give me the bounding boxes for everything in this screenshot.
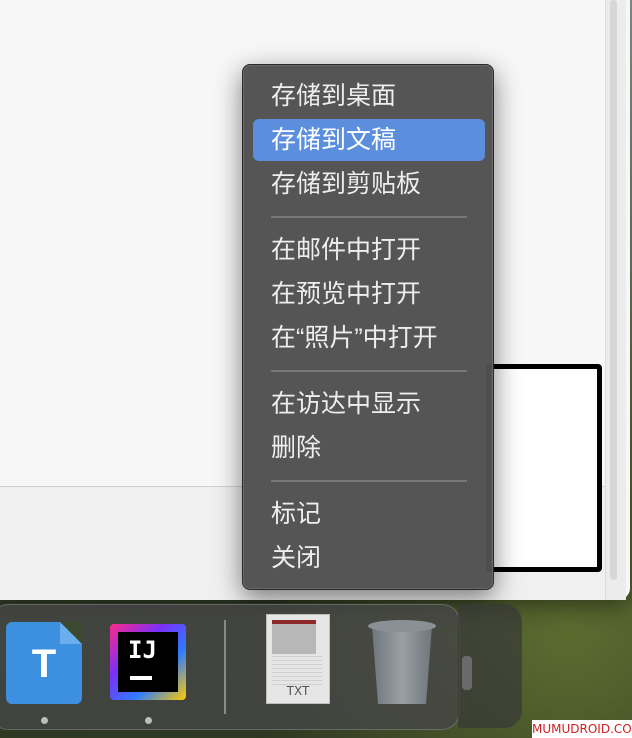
menu-item-save-to-clipboard[interactable]: 存储到剪贴板 bbox=[253, 163, 485, 205]
dock-divider bbox=[224, 620, 226, 714]
menu-item-open-in-preview[interactable]: 在预览中打开 bbox=[253, 273, 485, 315]
icon-underscore bbox=[130, 676, 152, 680]
dock-resize-handle[interactable] bbox=[462, 656, 472, 690]
trash-can-rim bbox=[368, 620, 436, 632]
menu-item-close[interactable]: 关闭 bbox=[253, 537, 485, 579]
menu-separator bbox=[271, 216, 467, 218]
app-letter: T bbox=[31, 642, 57, 686]
icon-inner: IJ bbox=[118, 632, 178, 692]
running-indicator bbox=[145, 717, 152, 724]
menu-item-save-to-documents[interactable]: 存储到文稿 bbox=[253, 119, 485, 161]
menu-item-open-in-photos[interactable]: 在“照片”中打开 bbox=[253, 317, 485, 359]
menu-separator bbox=[271, 480, 467, 482]
intellij-idea-app-icon[interactable]: IJ bbox=[110, 624, 186, 700]
trash-icon[interactable] bbox=[368, 620, 436, 706]
menu-item-markup[interactable]: 标记 bbox=[253, 493, 485, 535]
menu-item-save-to-desktop[interactable]: 存储到桌面 bbox=[253, 75, 485, 117]
menu-item-open-in-mail[interactable]: 在邮件中打开 bbox=[253, 229, 485, 271]
txt-file-icon[interactable]: TXT bbox=[266, 614, 330, 704]
page-fold bbox=[60, 622, 82, 644]
file-text-lines bbox=[272, 656, 322, 686]
menu-separator bbox=[271, 370, 467, 372]
trash-can-body bbox=[372, 626, 432, 704]
context-menu: 存储到桌面 存储到文稿 存储到剪贴板 在邮件中打开 在预览中打开 在“照片”中打… bbox=[242, 64, 494, 590]
file-thumbnail bbox=[272, 620, 316, 654]
typora-app-icon[interactable]: T bbox=[6, 622, 82, 704]
file-type-label: TXT bbox=[286, 684, 310, 698]
menu-item-delete[interactable]: 删除 bbox=[253, 427, 485, 469]
watermark: MUMUDROID.COM bbox=[532, 720, 632, 738]
screenshot-thumbnail-preview[interactable] bbox=[486, 364, 602, 572]
running-indicator bbox=[41, 717, 48, 724]
menu-item-show-in-finder[interactable]: 在访达中显示 bbox=[253, 383, 485, 425]
window-scroll-thumb[interactable] bbox=[610, 0, 617, 580]
app-letters: IJ bbox=[128, 636, 157, 664]
